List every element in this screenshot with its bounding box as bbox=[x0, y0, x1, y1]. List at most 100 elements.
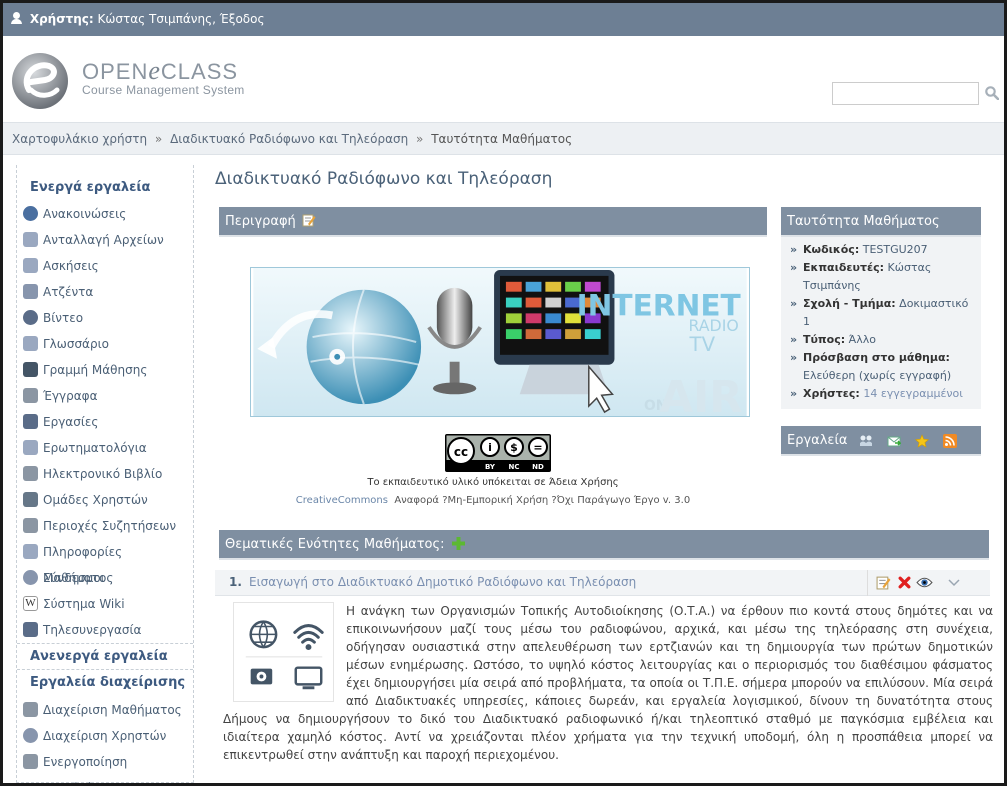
sidebar-admin-item[interactable]: Διαχείριση Μαθήματος bbox=[17, 697, 193, 723]
license-link[interactable]: CreativeCommons bbox=[296, 495, 388, 506]
topic-tools bbox=[867, 570, 960, 596]
sidebar-item-label: Ηλεκτρονικό Βιβλίο bbox=[43, 467, 163, 481]
user-bar: Χρήστης: Κώστας Τσιμπάνης, Έξοδος bbox=[3, 0, 1004, 36]
sidebar-item-label: Γλωσσάριο bbox=[43, 337, 109, 351]
glossary-icon bbox=[23, 336, 38, 351]
topics-title: Θεματικές Ενότητες Μαθήματος: bbox=[225, 537, 445, 552]
course-info-item: Πρόσβαση στο μάθημα: Ελεύθερη (χωρίς εγγ… bbox=[789, 349, 975, 385]
search-input[interactable] bbox=[832, 82, 979, 105]
course-info-item: Εκπαιδευτές: Κώστας Τσιμπάνης bbox=[789, 259, 975, 295]
logo-text: OPENeCLASS Course Management System bbox=[82, 58, 245, 97]
sidebar-item[interactable]: W Σύστημα Wiki bbox=[17, 591, 193, 617]
header: OPENeCLASS Course Management System bbox=[3, 36, 1004, 122]
description-header: Περιγραφή bbox=[219, 207, 767, 237]
sidebar-item-label: Εργασίες bbox=[43, 415, 99, 429]
course-info-label: Κωδικός: bbox=[803, 243, 860, 256]
users-icon bbox=[23, 728, 38, 743]
topic-description: Η ανάγκη των Οργανισμών Τοπικής Αυτοδιοί… bbox=[223, 604, 993, 762]
sidebar-item[interactable]: Ανταλλαγή Αρχείων bbox=[17, 227, 193, 253]
sidebar-item-label: Σύνδεσμοι bbox=[43, 571, 105, 585]
visibility-eye-icon[interactable] bbox=[916, 575, 933, 590]
topic-number: 1. bbox=[229, 575, 242, 589]
sidebar-item[interactable]: Σύνδεσμοι bbox=[17, 565, 193, 591]
topic-title-link[interactable]: Εισαγωγή στο Διαδικτυακό Δημοτικό Ραδιόφ… bbox=[249, 575, 636, 589]
tag-icon bbox=[23, 544, 38, 559]
sidebar-item[interactable]: Ομάδες Χρηστών bbox=[17, 487, 193, 513]
svg-text:=: = bbox=[533, 441, 542, 454]
announcements-icon bbox=[23, 206, 38, 221]
license-detail-text: Αναφορά ?Μη-Εμπορική Χρήση ?Όχι Παράγωγο… bbox=[394, 495, 691, 506]
logout-link[interactable]: Έξοδος bbox=[220, 12, 265, 26]
users-icon[interactable] bbox=[859, 434, 873, 448]
course-info-item: Χρήστες: 14 εγγεγραμμένοι bbox=[789, 385, 975, 403]
course-info-label: Εκπαιδευτές: bbox=[803, 261, 885, 274]
sidebar-item[interactable]: Ατζέντα bbox=[17, 279, 193, 305]
sidebar-item[interactable]: Βίντεο bbox=[17, 305, 193, 331]
wand-icon bbox=[23, 754, 38, 769]
sidebar-item[interactable]: Ερωτηματολόγια bbox=[17, 435, 193, 461]
sidebar-admin-item[interactable]: Διαχείριση Χρηστών bbox=[17, 723, 193, 749]
exercises-icon bbox=[23, 258, 38, 273]
add-icon[interactable] bbox=[451, 537, 465, 550]
links-icon bbox=[23, 570, 38, 585]
breadcrumb-course[interactable]: Διαδικτυακό Ραδιόφωνο και Τηλεόραση bbox=[170, 132, 408, 146]
tools-header: Εργαλεία bbox=[781, 426, 981, 456]
edit-icon[interactable] bbox=[302, 213, 316, 227]
sidebar-item-label: Ομάδες Χρηστών bbox=[43, 493, 148, 507]
chevron-down-icon[interactable] bbox=[948, 579, 960, 587]
star-icon[interactable] bbox=[915, 434, 929, 448]
assignments-icon bbox=[23, 414, 38, 429]
sidebar-item[interactable]: Πληροφορίες Μαθήματος bbox=[17, 539, 193, 585]
sidebar-admin-item[interactable]: Ενεργοποίηση Εργαλείων bbox=[17, 749, 193, 783]
sidebar-item[interactable]: Γλωσσάριο bbox=[17, 331, 193, 357]
topic-body: Η ανάγκη των Οργανισμών Τοπικής Αυτοδιοί… bbox=[223, 602, 993, 764]
admin-tools-title: Εργαλεία διαχείρισης bbox=[17, 669, 193, 695]
sidebar-item[interactable]: Έγγραφα bbox=[17, 383, 193, 409]
cc-by-label: BY bbox=[485, 463, 496, 471]
teleconference-icon bbox=[23, 622, 38, 637]
course-info-label: Πρόσβαση στο μάθημα: bbox=[803, 351, 950, 364]
sidebar-item-label: Ασκήσεις bbox=[43, 259, 99, 273]
banner-air-text: AIR bbox=[660, 373, 743, 417]
sidebar-admin-item-label: Διαχείριση Χρηστών bbox=[43, 729, 167, 743]
sidebar-item[interactable]: Εργασίες bbox=[17, 409, 193, 435]
logo-subtitle: Course Management System bbox=[82, 83, 245, 97]
breadcrumb-home[interactable]: Χαρτοφυλάκιο χρήστη bbox=[12, 132, 147, 146]
mail-icon[interactable] bbox=[887, 434, 901, 448]
edit-icon[interactable] bbox=[876, 575, 891, 590]
questionnaire-icon bbox=[23, 440, 38, 455]
sidebar-item[interactable]: Τηλεσυνεργασία bbox=[17, 617, 193, 643]
openeclass-logo-icon[interactable] bbox=[11, 52, 71, 110]
rss-icon[interactable] bbox=[943, 434, 957, 448]
course-info-label: Τύπος: bbox=[803, 333, 846, 346]
sidebar-item[interactable]: Ηλεκτρονικό Βιβλίο bbox=[17, 461, 193, 487]
user-icon bbox=[11, 12, 22, 24]
wiki-icon: W bbox=[23, 596, 38, 611]
license-detail: CreativeCommons Αναφορά ?Μη-Εμπορική Χρή… bbox=[219, 495, 767, 506]
breadcrumb-sep: » bbox=[154, 132, 163, 146]
sidebar-item-label: Περιοχές Συζητήσεων bbox=[43, 519, 177, 533]
svg-text:$: $ bbox=[510, 441, 518, 454]
logo-e: e bbox=[148, 56, 161, 85]
cc-nc-label: NC bbox=[509, 463, 520, 471]
search-icon[interactable] bbox=[985, 86, 999, 100]
sidebar-admin-item-label: Ενεργοποίηση Εργαλείων bbox=[43, 755, 128, 783]
topic-row: 1. Εισαγωγή στο Διαδικτυακό Δημοτικό Ραδ… bbox=[215, 570, 990, 596]
sidebar-item[interactable]: Ανακοινώσεις bbox=[17, 201, 193, 227]
tools-title: Εργαλεία bbox=[787, 433, 848, 448]
cc-nd-label: ND bbox=[532, 463, 544, 471]
cc-license-badge-icon[interactable]: cc i $ = BY NC ND bbox=[445, 434, 551, 472]
sidebar-item[interactable]: Ασκήσεις bbox=[17, 253, 193, 279]
app-frame: Χρήστης: Κώστας Τσιμπάνης, Έξοδος OPENeC… bbox=[0, 0, 1007, 786]
sidebar-item[interactable]: Περιοχές Συζητήσεων bbox=[17, 513, 193, 539]
course-info-value: Άλλο bbox=[845, 333, 876, 346]
inactive-tools-title[interactable]: Ανενεργά εργαλεία bbox=[17, 643, 193, 669]
logo-class: CLASS bbox=[160, 59, 239, 84]
sidebar-admin-item-label: Διαχείριση Μαθήματος bbox=[43, 703, 182, 717]
user-name[interactable]: Κώστας Τσιμπάνης bbox=[98, 12, 213, 26]
calendar-icon bbox=[23, 284, 38, 299]
sidebar-item-label: Σύστημα Wiki bbox=[43, 597, 125, 611]
delete-icon[interactable] bbox=[898, 576, 911, 589]
sidebar-item[interactable]: Γραμμή Μάθησης bbox=[17, 357, 193, 383]
course-info-value[interactable]: 14 εγγεγραμμένοι bbox=[860, 387, 963, 400]
